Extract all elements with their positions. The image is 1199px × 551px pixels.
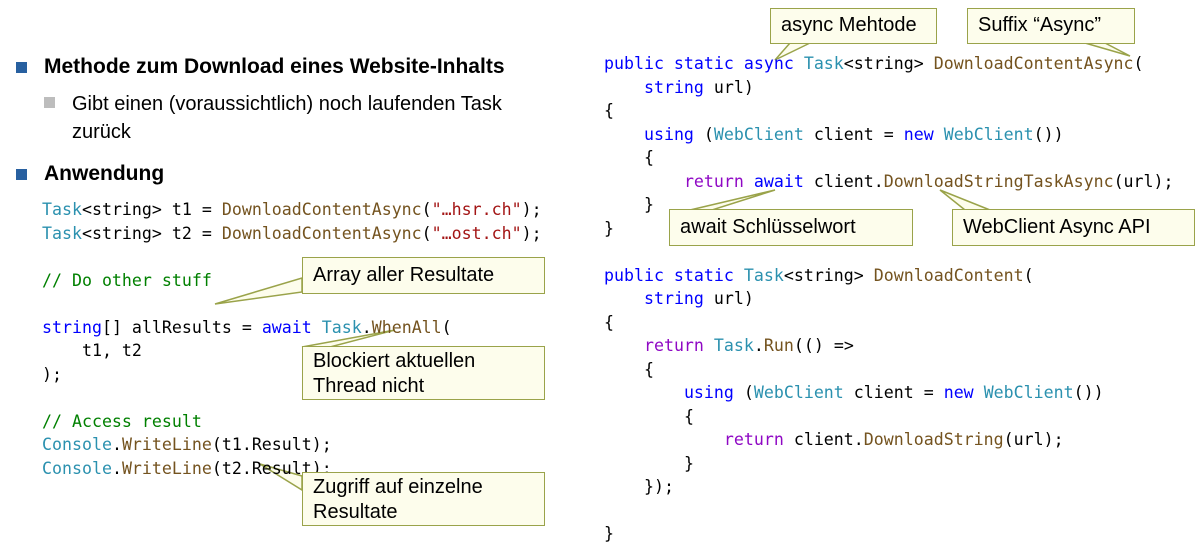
code-comment: // Do other stuff (42, 270, 212, 290)
code-line: }); (643, 477, 674, 496)
code-line: return client.DownloadString(url); (723, 430, 1064, 449)
code-line: { (683, 406, 694, 426)
callout-line: Zugriff auf einzelne (313, 476, 483, 498)
sub-bullet-icon (44, 97, 55, 108)
code-line: } (604, 524, 614, 543)
code-line: { (643, 148, 654, 167)
callout-suffix-async: Suffix “Async” (967, 8, 1135, 44)
callout-webclient-api: WebClient Async API (952, 209, 1195, 246)
code-line: Console.WriteLine(t1.Result); (42, 435, 332, 454)
code-line: } (604, 218, 614, 238)
code-line: Console.WriteLine(t2.Result); (42, 458, 332, 478)
code-line: { (604, 312, 614, 332)
code-line: t1, t2 (42, 341, 142, 360)
code-line: ); (42, 364, 62, 384)
code-line: } (683, 453, 694, 473)
heading-download-method: Methode zum Download eines Website-Inhal… (44, 55, 505, 78)
code-line: using (WebClient client = new WebClient(… (683, 383, 1104, 402)
code-line: public static Task<string> DownloadConte… (604, 265, 1034, 285)
subpoint-returns-task: Gibt einen (voraussichtlich) noch laufen… (72, 90, 502, 146)
code-line: public static async Task<string> Downloa… (604, 54, 1144, 73)
callout-access-results: Zugriff auf einzelne Resultate (302, 472, 545, 526)
code-line: using (WebClient client = new WebClient(… (643, 124, 1064, 144)
code-line: Task<string> t2 = DownloadContentAsync("… (42, 223, 542, 243)
callout-await-keyword: await Schlüsselwort (669, 209, 913, 246)
code-line: string[] allResults = await Task.WhenAll… (42, 317, 452, 337)
bullet-icon (16, 62, 27, 73)
bullet-icon (16, 169, 27, 180)
callout-blocks-thread: Blockiert aktuellen Thread nicht (302, 346, 545, 400)
callout-line: Thread nicht (313, 375, 425, 397)
subpoint-line-2: zurück (72, 121, 131, 143)
code-line: Task<string> t1 = DownloadContentAsync("… (42, 200, 542, 219)
callout-async-method: async Mehtode (770, 8, 937, 44)
code-block-usage: Task<string> t1 = DownloadContentAsync("… (42, 198, 542, 480)
callout-array-results: Array aller Resultate (302, 257, 545, 294)
subpoint-line-1: Gibt einen (voraussichtlich) noch laufen… (72, 93, 502, 115)
code-line: { (604, 101, 614, 120)
code-comment: // Access result (42, 411, 202, 431)
code-line: string url) (643, 289, 754, 308)
callout-line: Blockiert aktuellen (313, 350, 476, 372)
code-line: string url) (643, 77, 754, 97)
heading-usage: Anwendung (44, 162, 165, 185)
code-line: { (643, 359, 654, 379)
code-block-download-methods: public static async Task<string> Downloa… (604, 52, 1174, 546)
callout-line: Resultate (313, 501, 398, 523)
code-line: } (643, 195, 654, 214)
code-line: return await client.DownloadStringTaskAs… (683, 171, 1174, 191)
code-line: return Task.Run(() => (643, 336, 854, 355)
